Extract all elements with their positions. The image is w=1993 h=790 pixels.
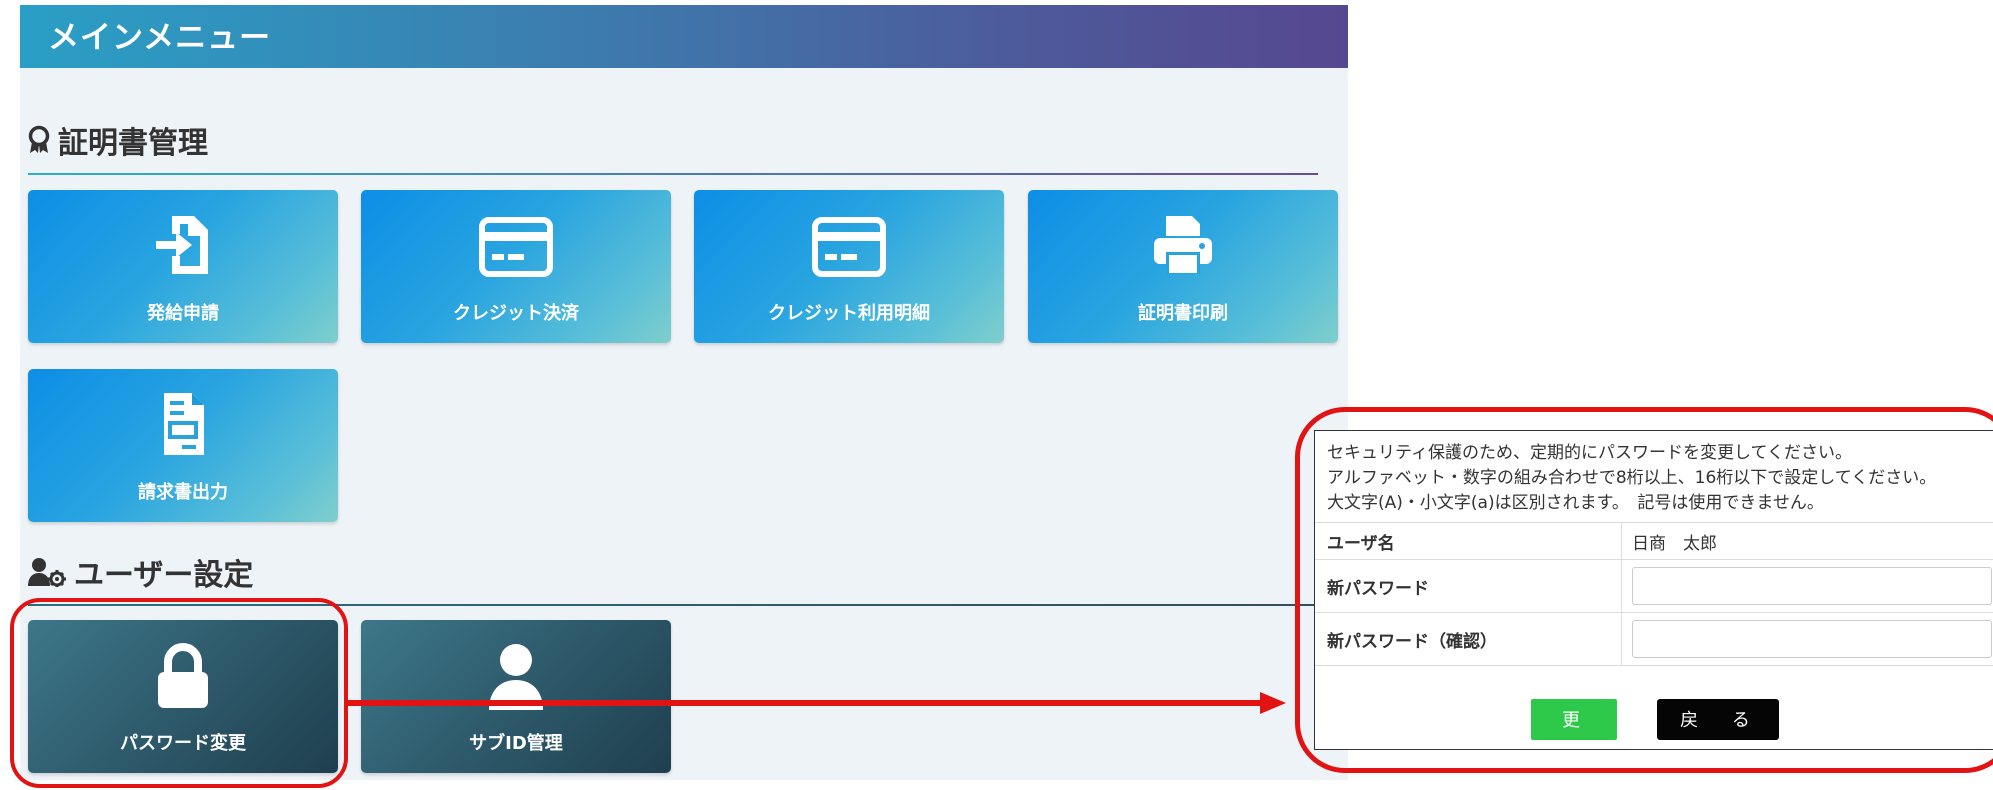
user-gear-icon <box>28 557 66 587</box>
tile-label: クレジット決済 <box>453 303 579 324</box>
certificate-section-divider <box>28 173 1318 175</box>
tile-invoice-output[interactable]: 請求書出力 <box>28 369 338 522</box>
sign-in-icon <box>150 212 216 282</box>
document-icon <box>150 391 216 461</box>
tile-label: 証明書印刷 <box>1138 303 1228 324</box>
annotation-arrow-line <box>348 700 1262 706</box>
tile-issuance-request[interactable]: 発給申請 <box>28 190 338 343</box>
main-menu-header: メインメニュー <box>20 5 1348 68</box>
printer-icon <box>1150 212 1216 282</box>
tile-label: クレジット利用明細 <box>768 303 930 324</box>
tile-sub-id-management[interactable]: サブID管理 <box>361 620 671 773</box>
annotation-arrow-head <box>1260 692 1286 714</box>
tile-label: 請求書出力 <box>138 482 228 503</box>
certificate-section-label: 証明書管理 <box>58 126 208 161</box>
tile-credit-statement[interactable]: クレジット利用明細 <box>694 190 1004 343</box>
user-section-title: ユーザー設定 <box>28 550 253 594</box>
certificate-section-title: 証明書管理 <box>28 118 208 162</box>
credit-card-icon <box>478 212 554 282</box>
user-section-label: ユーザー設定 <box>74 558 254 593</box>
highlight-ring-password-form <box>1295 407 1993 773</box>
main-menu-title: メインメニュー <box>48 20 272 56</box>
tile-label: 発給申請 <box>147 303 219 324</box>
tile-label: サブID管理 <box>469 733 563 754</box>
credit-card-icon <box>811 212 887 282</box>
tile-credit-payment[interactable]: クレジット決済 <box>361 190 671 343</box>
award-icon <box>28 125 50 155</box>
highlight-ring-password-tile <box>10 598 348 788</box>
tile-certificate-print[interactable]: 証明書印刷 <box>1028 190 1338 343</box>
